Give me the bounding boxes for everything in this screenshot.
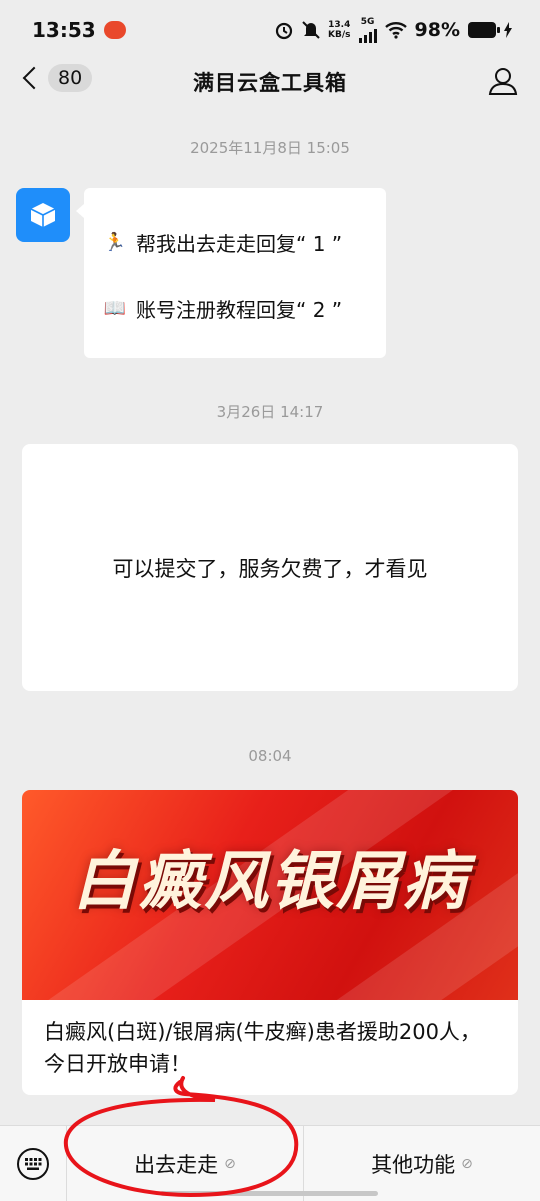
alarm-icon <box>275 22 293 40</box>
network-speed: 13.4 KB/s <box>328 20 351 40</box>
text-message-card[interactable]: 可以提交了，服务欠费了，才看见 <box>22 444 518 691</box>
page-title: 满目云盒工具箱 <box>193 71 347 95</box>
message-bubble[interactable]: 🏃 帮我出去走走回复“ 1 ” 📖 账号注册教程回复“ 2 ” <box>76 188 386 358</box>
battery-percent: 98% <box>414 19 460 41</box>
status-bar: 13:53 13.4 KB/s 5G 98% <box>0 0 540 60</box>
article-banner-image: 白癜风银屑病 <box>22 790 518 1000</box>
menu-reply-1[interactable]: 🏃 帮我出去走走回复“ 1 ” <box>102 228 368 256</box>
timestamp: 3月26日 14:17 <box>216 403 324 421</box>
timestamp: 08:04 <box>248 747 292 765</box>
home-indicator[interactable] <box>160 1191 378 1196</box>
charging-icon <box>504 22 512 38</box>
timestamp: 2025年11月8日 15:05 <box>190 139 350 157</box>
battery-icon <box>468 22 500 38</box>
mute-icon <box>302 21 320 39</box>
link-icon: ⊘ <box>461 1155 473 1172</box>
open-book-icon: 📖 <box>103 297 127 319</box>
menu-go-out-button[interactable]: 出去走走 ⊘ <box>66 1126 303 1201</box>
message-text: 可以提交了，服务欠费了，才看见 <box>112 556 428 581</box>
link-icon: ⊘ <box>224 1155 236 1172</box>
menu-other-functions-button[interactable]: 其他功能 ⊘ <box>303 1126 540 1201</box>
cube-icon <box>30 203 56 227</box>
article-card[interactable]: 白癜风银屑病 白癜风(白斑)/银屑病(牛皮癣)患者援助200人，今日开放申请！ <box>22 790 518 1095</box>
chevron-left-icon <box>22 66 46 90</box>
keyboard-icon <box>17 1147 49 1180</box>
avatar[interactable] <box>16 188 70 242</box>
app-notification-icon <box>103 21 126 39</box>
status-time: 13:53 <box>32 18 96 42</box>
wifi-icon <box>384 22 407 39</box>
unread-count-badge: 80 <box>48 64 93 92</box>
menu-reply-2[interactable]: 📖 账号注册教程回复“ 2 ” <box>102 294 368 322</box>
running-person-icon: 🏃 <box>103 231 127 253</box>
bottom-menu-bar: 出去走走 ⊘ 其他功能 ⊘ <box>0 1125 540 1201</box>
keyboard-toggle-button[interactable] <box>0 1147 66 1181</box>
signal-5g-icon: 5G <box>358 17 377 43</box>
back-button[interactable]: 80 <box>18 64 93 92</box>
banner-headline: 白癜风银屑病 <box>72 845 468 919</box>
chat-header: 80 满目云盒工具箱 <box>0 56 540 108</box>
profile-icon[interactable] <box>488 66 518 96</box>
article-title: 白癜风(白斑)/银屑病(牛皮癣)患者援助200人，今日开放申请！ <box>44 1020 481 1076</box>
